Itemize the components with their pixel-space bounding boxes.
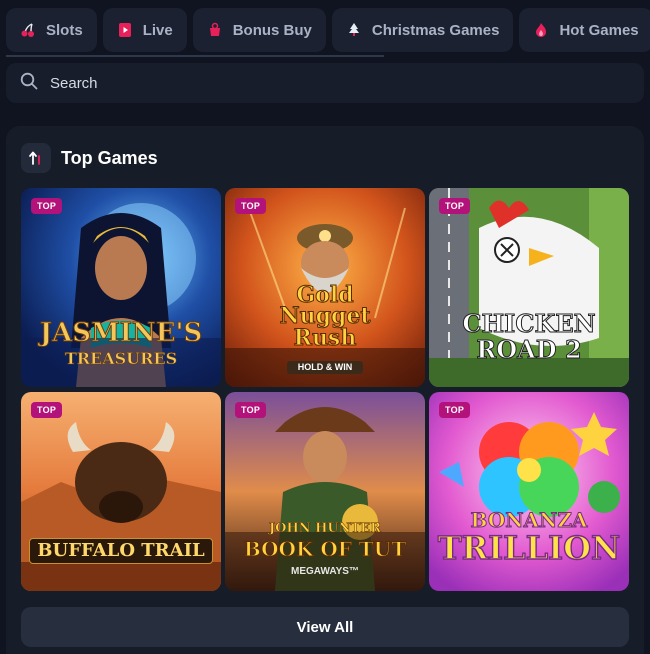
section-title: Top Games [61,147,158,168]
tab-christmas-games[interactable]: Christmas Games [331,8,514,52]
game-card-gold-nugget-rush[interactable]: Gold Nugget Rush HOLD & WIN TOP [225,188,425,387]
view-all-button[interactable]: View All [21,607,629,647]
game-title-line1: BONANZA [470,508,588,532]
search-input[interactable] [50,74,610,92]
tab-label: Bonus Buy [232,21,312,39]
tab-bonus-buy[interactable]: Bonus Buy [192,8,326,52]
category-tabs: Slots Live Bonus Buy Christmas Games Hot… [6,8,650,52]
christmas-tree-icon [346,22,362,38]
top-badge: TOP [235,198,267,214]
tab-label: Slots [46,21,83,39]
top-badge: TOP [439,402,471,418]
game-title-line1: BUFFALO TRAIL [29,538,213,564]
game-title-line2: TRILLION [437,529,621,567]
tab-label: Christmas Games [371,21,500,39]
section-header: Top Games [21,142,158,174]
cherries-icon [20,22,36,38]
game-title-line2: Nugget [279,303,371,329]
play-card-icon [117,22,133,38]
top-games-panel: Top Games JASMINE'S TREASURES TOP Gold N… [6,126,644,654]
game-title-line4: HOLD & WIN [287,361,363,374]
search-bar[interactable] [6,63,644,103]
trending-up-icon [21,143,51,173]
tab-scroll-indicator [6,55,384,57]
game-card-chicken-road-2[interactable]: CHICKEN ROAD 2 TOP [429,188,629,387]
tab-live[interactable]: Live [102,8,187,52]
tab-slots[interactable]: Slots [6,8,97,52]
game-title-line2: TREASURES [64,349,178,368]
game-title-line1: CHICKEN [462,309,596,338]
game-card-bonanza-trillion[interactable]: BONANZA TRILLION TOP [429,392,629,591]
game-card-book-of-tut[interactable]: JOHN HUNTER BOOK OF TUT MEGAWAYS™ TOP [225,392,425,591]
top-badge: TOP [31,402,63,418]
game-title-line1: JOHN HUNTER [268,521,382,536]
search-icon [20,72,38,95]
games-grid: JASMINE'S TREASURES TOP Gold Nugget Rush… [21,188,629,591]
bonus-buy-icon [207,22,223,38]
game-card-buffalo-trail[interactable]: BUFFALO TRAIL TOP [21,392,221,591]
game-title-line1: JASMINE'S [39,318,203,348]
game-title-line2: BOOK OF TUT [243,537,407,561]
game-title-line2: ROAD 2 [476,335,582,364]
top-badge: TOP [31,198,63,214]
tab-label: Live [142,21,173,39]
game-card-jasmines-treasures[interactable]: JASMINE'S TREASURES TOP [21,188,221,387]
top-badge: TOP [235,402,267,418]
tab-label: Hot Games [559,21,639,39]
top-badge: TOP [439,198,471,214]
game-title-line3: MEGAWAYS™ [291,566,359,577]
game-title-line3: Rush [293,325,357,351]
tab-hot-games[interactable]: Hot Games [519,8,650,52]
flame-icon [533,22,549,38]
game-thumbnail [225,392,425,591]
